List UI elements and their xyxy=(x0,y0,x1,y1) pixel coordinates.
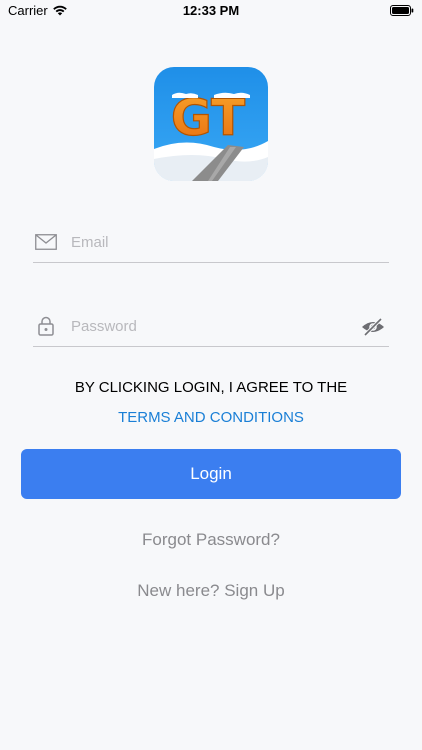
mail-icon xyxy=(35,234,57,250)
status-bar: Carrier 12:33 PM xyxy=(0,0,422,24)
app-logo: GT xyxy=(154,67,268,181)
sign-up-link[interactable]: New here? Sign Up xyxy=(0,581,422,601)
password-input[interactable] xyxy=(71,314,351,338)
login-screen: Carrier 12:33 PM GT Email BY CLICKING LO… xyxy=(0,0,422,750)
terms-and-conditions-link[interactable]: TERMS AND CONDITIONS xyxy=(0,409,422,426)
status-time: 12:33 PM xyxy=(182,3,240,18)
eye-slash-icon[interactable] xyxy=(361,317,385,337)
lock-icon xyxy=(38,316,54,336)
email-input[interactable] xyxy=(71,230,351,254)
terms-agree-text: BY CLICKING LOGIN, I AGREE TO THE xyxy=(74,379,348,396)
forgot-password-link[interactable]: Forgot Password? xyxy=(0,530,422,550)
email-field xyxy=(33,222,389,263)
login-button[interactable]: Login xyxy=(21,449,401,499)
battery-full-icon xyxy=(390,5,414,16)
password-field xyxy=(33,306,389,347)
